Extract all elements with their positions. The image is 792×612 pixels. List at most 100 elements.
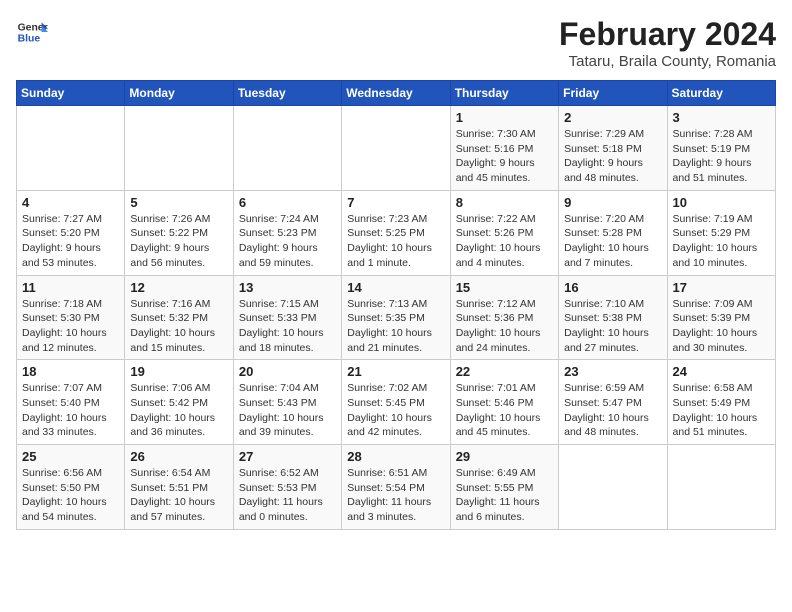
day-number: 18 <box>22 364 119 379</box>
calendar-cell: 10 Sunrise: 7:19 AMSunset: 5:29 PMDayligh… <box>667 190 775 275</box>
calendar-cell: 14Sunrise: 7:13 AMSunset: 5:35 PMDayligh… <box>342 275 450 360</box>
day-number: 15 <box>456 280 553 295</box>
day-number: 2 <box>564 110 661 125</box>
day-info: Sunrise: 7:27 AMSunset: 5:20 PMDaylight:… <box>22 212 119 271</box>
calendar-cell: 22 Sunrise: 7:01 AMSunset: 5:46 PMDayligh… <box>450 360 558 445</box>
weekday-header-tuesday: Tuesday <box>233 81 341 106</box>
calendar-cell: 27 Sunrise: 6:52 AMSunset: 5:53 PMDayligh… <box>233 445 341 530</box>
calendar-week-row: 11Sunrise: 7:18 AMSunset: 5:30 PMDayligh… <box>17 275 776 360</box>
day-number: 12 <box>130 280 227 295</box>
weekday-header-wednesday: Wednesday <box>342 81 450 106</box>
calendar-week-row: 4 Sunrise: 7:27 AMSunset: 5:20 PMDaylight… <box>17 190 776 275</box>
day-number: 5 <box>130 195 227 210</box>
logo-icon: General Blue <box>16 16 48 48</box>
calendar-cell <box>342 106 450 191</box>
calendar-cell: 1Sunrise: 7:30 AMSunset: 5:16 PMDaylight… <box>450 106 558 191</box>
day-info: Sunrise: 6:52 AMSunset: 5:53 PMDaylight:… <box>239 466 336 525</box>
day-info: Sunrise: 7:01 AMSunset: 5:46 PMDaylight:… <box>456 381 553 440</box>
calendar-cell <box>233 106 341 191</box>
day-info: Sunrise: 7:04 AMSunset: 5:43 PMDaylight:… <box>239 381 336 440</box>
calendar-cell: 26 Sunrise: 6:54 AMSunset: 5:51 PMDayligh… <box>125 445 233 530</box>
calendar-cell: 12Sunrise: 7:16 AMSunset: 5:32 PMDayligh… <box>125 275 233 360</box>
calendar-title: February 2024 <box>559 16 776 53</box>
day-info: Sunrise: 7:15 AMSunset: 5:33 PMDaylight:… <box>239 297 336 356</box>
calendar-cell: 4 Sunrise: 7:27 AMSunset: 5:20 PMDaylight… <box>17 190 125 275</box>
svg-text:Blue: Blue <box>18 34 41 45</box>
calendar-cell: 3 Sunrise: 7:28 AMSunset: 5:19 PMDaylight… <box>667 106 775 191</box>
day-info: Sunrise: 7:24 AMSunset: 5:23 PMDaylight:… <box>239 212 336 271</box>
calendar-week-row: 1Sunrise: 7:30 AMSunset: 5:16 PMDaylight… <box>17 106 776 191</box>
day-number: 4 <box>22 195 119 210</box>
day-number: 23 <box>564 364 661 379</box>
day-number: 10 <box>673 195 770 210</box>
calendar-cell: 7 Sunrise: 7:23 AMSunset: 5:25 PMDaylight… <box>342 190 450 275</box>
day-info: Sunrise: 7:23 AMSunset: 5:25 PMDaylight:… <box>347 212 444 271</box>
calendar-cell <box>125 106 233 191</box>
calendar-cell: 6Sunrise: 7:24 AMSunset: 5:23 PMDaylight… <box>233 190 341 275</box>
calendar-cell: 15 Sunrise: 7:12 AMSunset: 5:36 PMDayligh… <box>450 275 558 360</box>
day-number: 1 <box>456 110 553 125</box>
day-info: Sunrise: 6:58 AMSunset: 5:49 PMDaylight:… <box>673 381 770 440</box>
day-info: Sunrise: 6:56 AMSunset: 5:50 PMDaylight:… <box>22 466 119 525</box>
calendar-cell <box>667 445 775 530</box>
calendar-cell: 19Sunrise: 7:06 AMSunset: 5:42 PMDayligh… <box>125 360 233 445</box>
day-number: 27 <box>239 449 336 464</box>
calendar-week-row: 25 Sunrise: 6:56 AMSunset: 5:50 PMDayligh… <box>17 445 776 530</box>
day-info: Sunrise: 7:26 AMSunset: 5:22 PMDaylight:… <box>130 212 227 271</box>
day-info: Sunrise: 7:20 AMSunset: 5:28 PMDaylight:… <box>564 212 661 271</box>
day-info: Sunrise: 7:13 AMSunset: 5:35 PMDaylight:… <box>347 297 444 356</box>
day-number: 3 <box>673 110 770 125</box>
day-info: Sunrise: 7:10 AMSunset: 5:38 PMDaylight:… <box>564 297 661 356</box>
calendar-cell: 11Sunrise: 7:18 AMSunset: 5:30 PMDayligh… <box>17 275 125 360</box>
day-info: Sunrise: 7:09 AMSunset: 5:39 PMDaylight:… <box>673 297 770 356</box>
weekday-header-monday: Monday <box>125 81 233 106</box>
day-info: Sunrise: 7:28 AMSunset: 5:19 PMDaylight:… <box>673 127 770 186</box>
day-info: Sunrise: 6:49 AMSunset: 5:55 PMDaylight:… <box>456 466 553 525</box>
day-info: Sunrise: 7:29 AMSunset: 5:18 PMDaylight:… <box>564 127 661 186</box>
day-number: 9 <box>564 195 661 210</box>
calendar-cell: 29 Sunrise: 6:49 AMSunset: 5:55 PMDayligh… <box>450 445 558 530</box>
weekday-header-saturday: Saturday <box>667 81 775 106</box>
day-number: 22 <box>456 364 553 379</box>
day-info: Sunrise: 6:54 AMSunset: 5:51 PMDaylight:… <box>130 466 227 525</box>
day-number: 19 <box>130 364 227 379</box>
day-info: Sunrise: 7:02 AMSunset: 5:45 PMDaylight:… <box>347 381 444 440</box>
calendar-cell: 28Sunrise: 6:51 AMSunset: 5:54 PMDayligh… <box>342 445 450 530</box>
day-number: 16 <box>564 280 661 295</box>
calendar-table: SundayMondayTuesdayWednesdayThursdayFrid… <box>16 80 776 530</box>
calendar-cell: 24Sunrise: 6:58 AMSunset: 5:49 PMDayligh… <box>667 360 775 445</box>
calendar-subtitle: Tataru, Braila County, Romania <box>559 53 776 70</box>
calendar-cell: 18 Sunrise: 7:07 AMSunset: 5:40 PMDayligh… <box>17 360 125 445</box>
calendar-title-area: February 2024 Tataru, Braila County, Rom… <box>559 16 776 70</box>
weekday-header-friday: Friday <box>559 81 667 106</box>
day-number: 29 <box>456 449 553 464</box>
day-number: 20 <box>239 364 336 379</box>
logo: General Blue <box>16 16 48 48</box>
calendar-cell: 23Sunrise: 6:59 AMSunset: 5:47 PMDayligh… <box>559 360 667 445</box>
day-info: Sunrise: 7:22 AMSunset: 5:26 PMDaylight:… <box>456 212 553 271</box>
day-number: 13 <box>239 280 336 295</box>
calendar-cell <box>17 106 125 191</box>
weekday-header-row: SundayMondayTuesdayWednesdayThursdayFrid… <box>17 81 776 106</box>
calendar-cell: 9 Sunrise: 7:20 AMSunset: 5:28 PMDaylight… <box>559 190 667 275</box>
calendar-week-row: 18 Sunrise: 7:07 AMSunset: 5:40 PMDayligh… <box>17 360 776 445</box>
calendar-cell: 8 Sunrise: 7:22 AMSunset: 5:26 PMDaylight… <box>450 190 558 275</box>
day-number: 28 <box>347 449 444 464</box>
page-header: General Blue February 2024 Tataru, Brail… <box>16 16 776 70</box>
day-info: Sunrise: 7:19 AMSunset: 5:29 PMDaylight:… <box>673 212 770 271</box>
calendar-cell: 21 Sunrise: 7:02 AMSunset: 5:45 PMDayligh… <box>342 360 450 445</box>
day-number: 25 <box>22 449 119 464</box>
day-number: 26 <box>130 449 227 464</box>
calendar-cell: 16 Sunrise: 7:10 AMSunset: 5:38 PMDayligh… <box>559 275 667 360</box>
day-info: Sunrise: 7:07 AMSunset: 5:40 PMDaylight:… <box>22 381 119 440</box>
calendar-cell: 17 Sunrise: 7:09 AMSunset: 5:39 PMDayligh… <box>667 275 775 360</box>
day-number: 8 <box>456 195 553 210</box>
day-number: 17 <box>673 280 770 295</box>
day-number: 21 <box>347 364 444 379</box>
calendar-cell: 13 Sunrise: 7:15 AMSunset: 5:33 PMDayligh… <box>233 275 341 360</box>
day-number: 7 <box>347 195 444 210</box>
weekday-header-thursday: Thursday <box>450 81 558 106</box>
calendar-cell <box>559 445 667 530</box>
day-info: Sunrise: 7:12 AMSunset: 5:36 PMDaylight:… <box>456 297 553 356</box>
calendar-cell: 20 Sunrise: 7:04 AMSunset: 5:43 PMDayligh… <box>233 360 341 445</box>
